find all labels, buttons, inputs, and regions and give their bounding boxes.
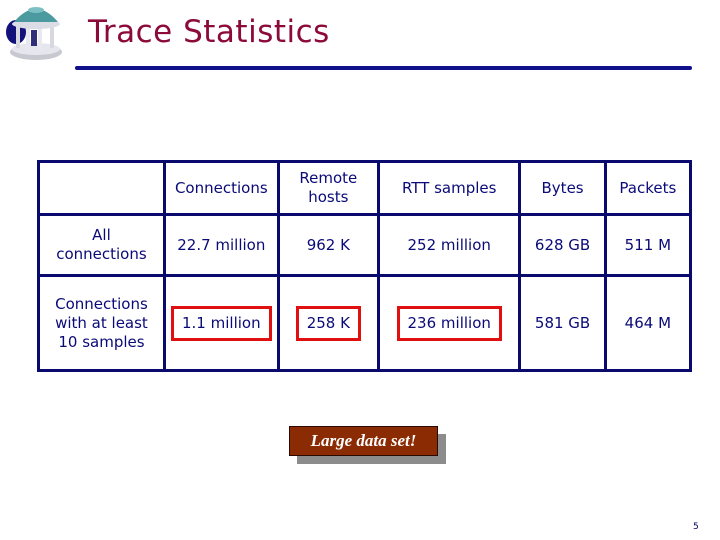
header-cell-empty (37, 160, 166, 216)
data-cell: 511 M (603, 213, 693, 277)
header-cell: Connections (162, 160, 280, 216)
table-row: All connections 22.7 million 962 K 252 mi… (37, 213, 693, 277)
header-cell: Bytes (518, 160, 607, 216)
data-cell: 628 GB (518, 213, 607, 277)
large-data-set-callout: Large data set! (289, 426, 438, 456)
cell-value: 581 GB (534, 313, 591, 332)
cell-value: 628 GB (534, 235, 591, 254)
title-underline (75, 66, 692, 70)
row-label-text: All connections (56, 226, 147, 263)
row-label: Connections with at least 10 samples (37, 274, 166, 372)
data-cell: 464 M (603, 274, 693, 372)
data-cell: 962 K (276, 213, 380, 277)
header-cell: Remote hosts (276, 160, 380, 216)
cell-value: 1.1 million (171, 305, 272, 341)
cell-value: 962 K (306, 235, 350, 254)
cell-value: 22.7 million (177, 235, 266, 254)
callout: Large data set! (289, 426, 446, 464)
cell-value: 258 K (295, 305, 361, 341)
data-cell: 252 million (376, 213, 522, 277)
old-well-logo-icon (2, 2, 66, 64)
data-cell: 22.7 million (162, 213, 280, 277)
row-label: All connections (37, 213, 166, 277)
data-cell: 581 GB (518, 274, 607, 372)
header-text: Remote hosts (299, 169, 358, 206)
table-header-row: Connections Remote hosts RTT samples Byte… (37, 160, 693, 216)
row-label-text: Connections with at least 10 samples (55, 294, 148, 351)
page-number: 5 (693, 522, 699, 532)
slide-title: Trace Statistics (88, 14, 330, 50)
cell-value: 236 million (396, 305, 502, 341)
trace-statistics-table: Connections Remote hosts RTT samples Byte… (37, 160, 693, 372)
table-row: Connections with at least 10 samples 1.1 m… (37, 274, 693, 372)
header-cell: RTT samples (376, 160, 522, 216)
data-cell: 258 K (276, 274, 380, 372)
cell-value: 511 M (624, 235, 672, 254)
cell-value: 464 M (624, 313, 672, 332)
data-cell: 1.1 million (162, 274, 280, 372)
data-cell: 236 million (376, 274, 522, 372)
header-cell: Packets (603, 160, 693, 216)
cell-value: 252 million (407, 235, 491, 254)
